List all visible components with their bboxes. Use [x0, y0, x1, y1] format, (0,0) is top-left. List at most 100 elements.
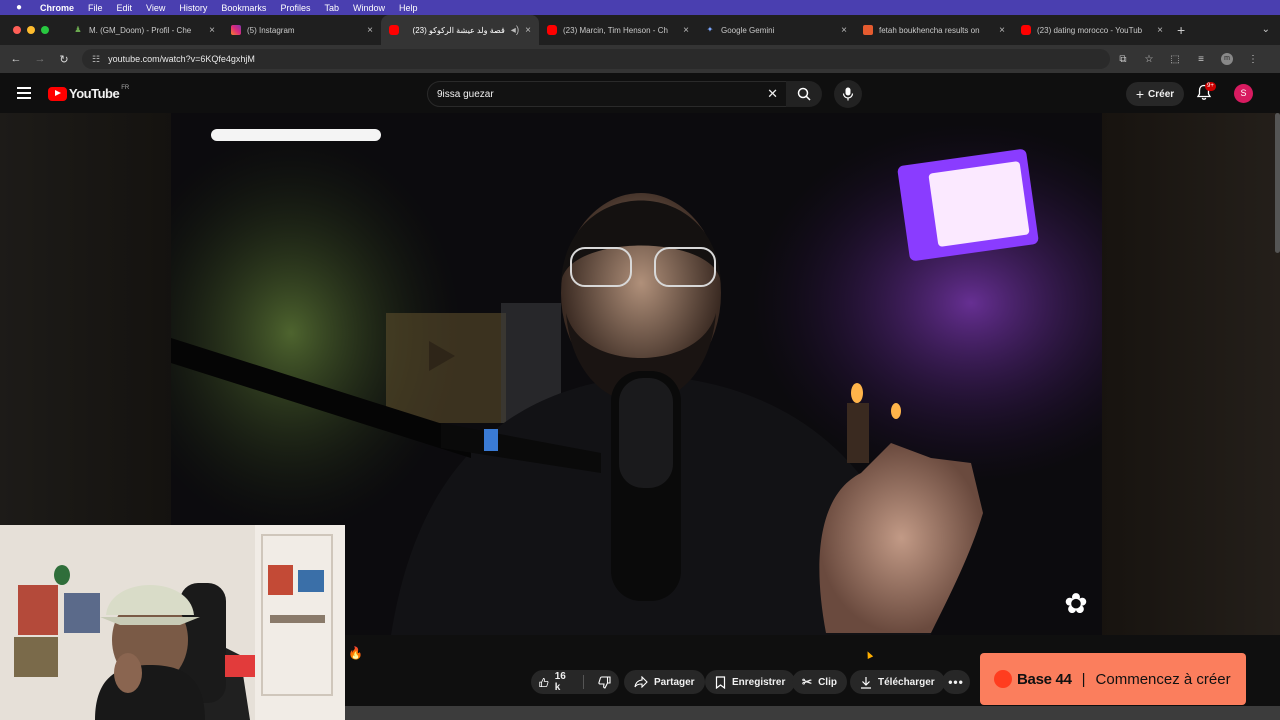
extensions-icon[interactable]: ⬚: [1162, 54, 1188, 65]
like-count: 16 k: [554, 671, 566, 693]
tab-youtube-active[interactable]: قصة ولد عيشة الركوكو (23) ◂) ×: [381, 15, 539, 45]
ad-brand: Base 44: [1017, 670, 1072, 688]
close-tab-icon[interactable]: ×: [683, 25, 689, 36]
base44-logo-icon: [994, 670, 1012, 688]
close-window-button[interactable]: [13, 26, 21, 34]
youtube-play-logo-icon: [48, 86, 67, 101]
browser-tab-strip: ♟ M. (GM_Doom) - Profil - Che × (5) Inst…: [0, 15, 1280, 45]
account-avatar[interactable]: S: [1234, 84, 1253, 103]
close-tab-icon[interactable]: ×: [841, 25, 847, 36]
menu-help[interactable]: Help: [399, 3, 418, 13]
tab-instagram[interactable]: (5) Instagram ×: [223, 15, 381, 45]
bottom-strip: [345, 706, 1280, 720]
menu-bookmarks[interactable]: Bookmarks: [221, 3, 266, 13]
ad-cta: Commencez à créer: [1095, 670, 1231, 688]
address-bar[interactable]: ☷ youtube.com/watch?v=6KQfe4gxhjM: [82, 49, 1110, 69]
clear-search-icon[interactable]: ✕: [767, 86, 778, 102]
ad-separator: |: [1081, 670, 1086, 688]
like-dislike-group: 16 k: [531, 670, 619, 694]
bookmark-star-icon[interactable]: ☆: [1136, 54, 1162, 65]
menu-app-chrome[interactable]: Chrome: [40, 3, 74, 13]
youtube-wordmark: YouTube: [69, 86, 120, 101]
tab-youtube-marcin[interactable]: (23) Marcin, Tim Henson - Ch ×: [539, 15, 697, 45]
close-tab-icon[interactable]: ×: [1157, 25, 1163, 36]
voice-search-button[interactable]: [834, 80, 862, 108]
bookmark-icon: [715, 675, 726, 689]
menu-view[interactable]: View: [146, 3, 165, 13]
address-toolbar: ← → ↻ ☷ youtube.com/watch?v=6KQfe4gxhjM …: [0, 45, 1280, 73]
instagram-icon: [231, 25, 241, 35]
download-label: Télécharger: [878, 676, 935, 688]
tab-label: Google Gemini: [721, 25, 775, 35]
thumbs-up-icon: [539, 677, 549, 687]
youtube-icon: [389, 25, 399, 35]
reload-button[interactable]: ↻: [52, 53, 76, 66]
create-button[interactable]: + Créer: [1126, 82, 1184, 106]
maximize-window-button[interactable]: [41, 26, 49, 34]
notifications-button[interactable]: 9+: [1196, 82, 1216, 104]
profile-avatar-icon[interactable]: m: [1221, 53, 1233, 65]
webcam-frame: [0, 525, 345, 720]
fire-emoji-icon: 🔥: [348, 646, 363, 660]
webcam-overlay: [0, 525, 345, 720]
mac-menu-bar: ● Chrome File Edit View History Bookmark…: [0, 0, 1280, 15]
tab-gemini[interactable]: ✦ Google Gemini ×: [697, 15, 855, 45]
like-divider: [583, 675, 584, 689]
close-tab-icon[interactable]: ×: [367, 25, 373, 36]
menu-edit[interactable]: Edit: [117, 3, 133, 13]
thumbs-down-icon: [598, 675, 611, 689]
scissors-icon: ✂: [802, 675, 813, 689]
url-text: youtube.com/watch?v=6KQfe4gxhjM: [108, 54, 255, 64]
window-controls: [13, 26, 65, 34]
search-button[interactable]: [786, 81, 822, 107]
clip-button[interactable]: ✂ Clip: [792, 670, 847, 694]
close-tab-icon[interactable]: ×: [209, 25, 215, 36]
like-button[interactable]: 16 k: [531, 670, 577, 694]
menu-window[interactable]: Window: [353, 3, 385, 13]
country-code: FR: [121, 84, 130, 91]
sponsored-ad-banner[interactable]: Base 44 | Commencez à créer: [980, 653, 1246, 705]
share-button[interactable]: Partager: [624, 670, 705, 694]
more-actions-button[interactable]: •••: [942, 670, 970, 694]
search-input[interactable]: 9issa guezar ✕: [427, 81, 787, 107]
close-tab-icon[interactable]: ×: [525, 25, 531, 36]
minimize-window-button[interactable]: [27, 26, 35, 34]
search-icon: [797, 87, 811, 101]
menu-tab[interactable]: Tab: [324, 3, 339, 13]
page-scrollbar[interactable]: [1275, 113, 1280, 253]
chess-results-icon: [863, 25, 873, 35]
tab-youtube-dating[interactable]: (23) dating morocco - YouTub ×: [1013, 15, 1171, 45]
tab-chess-profile[interactable]: ♟ M. (GM_Doom) - Profil - Che ×: [65, 15, 223, 45]
hamburger-menu-icon[interactable]: [17, 87, 31, 102]
youtube-icon: [547, 25, 557, 35]
install-app-icon[interactable]: ⧉: [1110, 54, 1136, 65]
tab-label: (5) Instagram: [247, 25, 295, 35]
tab-label: (23) Marcin, Tim Henson - Ch: [563, 25, 668, 35]
tab-chess-results[interactable]: fetah boukhencha results on ×: [855, 15, 1013, 45]
site-info-icon[interactable]: ☷: [92, 54, 100, 65]
forward-button[interactable]: →: [28, 53, 52, 65]
tab-label: M. (GM_Doom) - Profil - Che: [89, 25, 192, 35]
tab-search-chevron-icon[interactable]: ⌄: [1262, 24, 1270, 35]
menu-profiles[interactable]: Profiles: [280, 3, 310, 13]
dislike-button[interactable]: [590, 670, 619, 694]
chrome-menu-icon[interactable]: ⋮: [1240, 54, 1266, 65]
plus-icon: +: [1135, 86, 1145, 102]
share-label: Partager: [654, 676, 695, 688]
youtube-logo[interactable]: YouTube FR: [48, 84, 130, 101]
menu-file[interactable]: File: [88, 3, 103, 13]
reading-list-icon[interactable]: ≡: [1188, 54, 1214, 65]
notification-badge: 9+: [1205, 82, 1216, 91]
tab-label: (23) dating morocco - YouTub: [1037, 25, 1143, 35]
save-button[interactable]: Enregistrer: [705, 670, 796, 694]
audio-playing-icon[interactable]: ◂): [511, 25, 519, 36]
download-button[interactable]: Télécharger: [850, 670, 945, 694]
menu-history[interactable]: History: [179, 3, 207, 13]
close-tab-icon[interactable]: ×: [999, 25, 1005, 36]
create-label: Créer: [1148, 88, 1175, 100]
new-tab-button[interactable]: +: [1177, 22, 1185, 38]
download-icon: [861, 676, 871, 689]
apple-icon[interactable]: ●: [12, 2, 26, 13]
back-button[interactable]: ←: [4, 53, 28, 65]
more-horizontal-icon: •••: [948, 675, 964, 689]
